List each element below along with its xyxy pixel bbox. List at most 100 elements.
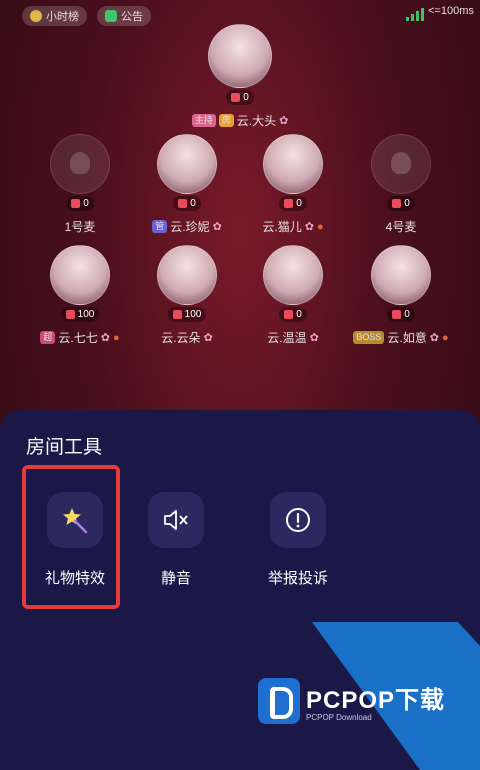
seat-name-text: 1号麦 — [64, 220, 96, 234]
gift-icon — [231, 93, 241, 102]
seat-gift-value: 100 — [184, 309, 202, 320]
seat-avatar[interactable] — [157, 134, 217, 194]
super-badge: 超 — [40, 331, 56, 344]
flower-icon: ✿ — [309, 332, 319, 344]
seat-gift-count: 0 — [66, 196, 94, 211]
seat-gift-count: 0 — [387, 307, 415, 322]
pcpop-logo-icon — [258, 678, 300, 724]
seat-2[interactable]: 0 管 云.珍妮 ✿ — [142, 134, 232, 235]
seat-avatar[interactable] — [263, 134, 323, 194]
balloon-icon: ● — [316, 220, 324, 233]
notice-button[interactable]: 公告 — [97, 6, 151, 26]
seat-gift-value: 0 — [296, 198, 302, 209]
seat-name: 云.温温 ✿ — [248, 329, 338, 346]
seat-name-text: 云.猫儿 — [262, 220, 302, 234]
gift-icon — [392, 310, 402, 319]
seat-gift-value: 0 — [296, 309, 302, 320]
host-avatar[interactable] — [208, 24, 272, 88]
speaker-mute-icon — [164, 510, 188, 530]
balloon-icon: ● — [112, 331, 120, 344]
seat-gift-count: 0 — [173, 196, 201, 211]
seat-4[interactable]: 0 4号麦 — [356, 134, 446, 235]
report-label: 举报投诉 — [267, 570, 328, 587]
balloon-icon: ● — [441, 331, 449, 344]
hourly-rank-label: 小时榜 — [46, 11, 79, 23]
seat-gift-value: 0 — [83, 198, 89, 209]
report-button[interactable] — [270, 492, 326, 548]
boss-badge: BOSS — [353, 331, 385, 344]
host-gift-value: 0 — [243, 92, 249, 103]
seat-name-text: 4号麦 — [385, 220, 417, 234]
host-name: 云.大头 — [236, 114, 277, 128]
seat-name-text: 云.云朵 — [161, 331, 201, 345]
seat-5[interactable]: 100 超 云.七七 ✿ ● — [35, 245, 125, 346]
sheet-title: 房间工具 — [26, 437, 103, 458]
gift-icon — [172, 310, 182, 319]
notice-icon — [105, 10, 117, 22]
host-name-row: 主持 房 云.大头 ✿ — [191, 112, 289, 129]
seat-gift-value: 0 — [404, 198, 410, 209]
flower-icon: ✿ — [429, 332, 439, 344]
room-tools-sheet: 房间工具 礼物特效 静音 举报投诉 PCPOP下载 PCPOP Download — [0, 410, 480, 770]
seat-gift-value: 0 — [190, 198, 196, 209]
flower-icon: ✿ — [279, 115, 289, 127]
seat-6[interactable]: 100 云.云朵 ✿ — [142, 245, 232, 346]
selection-highlight-box — [22, 465, 120, 609]
seat-gift-count: 0 — [279, 307, 307, 322]
watermark-brand: PCPOP下载 — [306, 687, 446, 714]
seat-8[interactable]: 0 BOSS 云.如意 ✿ ● — [353, 245, 449, 346]
seat-name: 超 云.七七 ✿ ● — [35, 329, 125, 346]
gift-icon — [284, 199, 294, 208]
seat-name: 云.云朵 ✿ — [142, 329, 232, 346]
gift-icon — [392, 199, 402, 208]
mute-label: 静音 — [160, 570, 191, 587]
notice-label: 公告 — [121, 11, 143, 23]
seat-1[interactable]: 0 1号麦 — [35, 134, 125, 235]
seat-name: BOSS 云.如意 ✿ ● — [353, 329, 449, 346]
seat-name: 1号麦 — [35, 218, 125, 235]
flower-icon: ✿ — [203, 332, 213, 344]
seat-avatar[interactable] — [371, 245, 431, 305]
seat-gift-count: 0 — [279, 196, 307, 211]
mute-tool[interactable]: 静音 — [131, 492, 221, 588]
gift-icon — [284, 310, 294, 319]
mute-button[interactable] — [148, 492, 204, 548]
alert-circle-icon — [286, 508, 310, 532]
seat-gift-value: 100 — [77, 309, 95, 320]
trophy-icon — [30, 10, 42, 22]
seat-name: 4号麦 — [356, 218, 446, 235]
report-tool[interactable]: 举报投诉 — [253, 492, 343, 588]
host-role-badge: 主持 — [191, 114, 216, 127]
host-seat[interactable]: 0 主持 房 云.大头 ✿ — [191, 24, 289, 129]
signal-strength-icon — [406, 8, 424, 21]
host-tag-badge: 房 — [218, 114, 234, 127]
gift-icon — [178, 199, 188, 208]
network-latency: <=100ms — [428, 5, 474, 17]
seat-gift-count: 100 — [60, 307, 100, 322]
empty-seat-avatar[interactable] — [371, 134, 431, 194]
seat-name-text: 云.如意 — [387, 331, 427, 345]
host-gift-count: 0 — [226, 90, 254, 105]
seat-name-text: 云.七七 — [58, 331, 98, 345]
flower-icon: ✿ — [304, 221, 314, 233]
flower-icon: ✿ — [212, 221, 222, 233]
seat-avatar[interactable] — [50, 245, 110, 305]
seat-gift-count: 0 — [387, 196, 415, 211]
gift-icon — [71, 199, 81, 208]
seat-name: 管 云.珍妮 ✿ — [142, 218, 232, 235]
seat-gift-value: 0 — [404, 309, 410, 320]
seat-7[interactable]: 0 云.温温 ✿ — [248, 245, 338, 346]
seat-gift-count: 100 — [167, 307, 207, 322]
seat-avatar[interactable] — [263, 245, 323, 305]
seat-name: 云.猫儿 ✿ ● — [248, 218, 338, 235]
top-bar: 小时榜 公告 — [22, 6, 151, 26]
seat-name-text: 云.珍妮 — [170, 220, 210, 234]
empty-seat-avatar[interactable] — [50, 134, 110, 194]
admin-badge: 管 — [152, 220, 168, 233]
flower-icon: ✿ — [100, 332, 110, 344]
seat-avatar[interactable] — [157, 245, 217, 305]
hourly-rank-button[interactable]: 小时榜 — [22, 6, 87, 26]
seat-name-text: 云.温温 — [267, 331, 307, 345]
watermark: PCPOP下载 PCPOP Download — [258, 678, 445, 724]
seat-3[interactable]: 0 云.猫儿 ✿ ● — [248, 134, 338, 235]
